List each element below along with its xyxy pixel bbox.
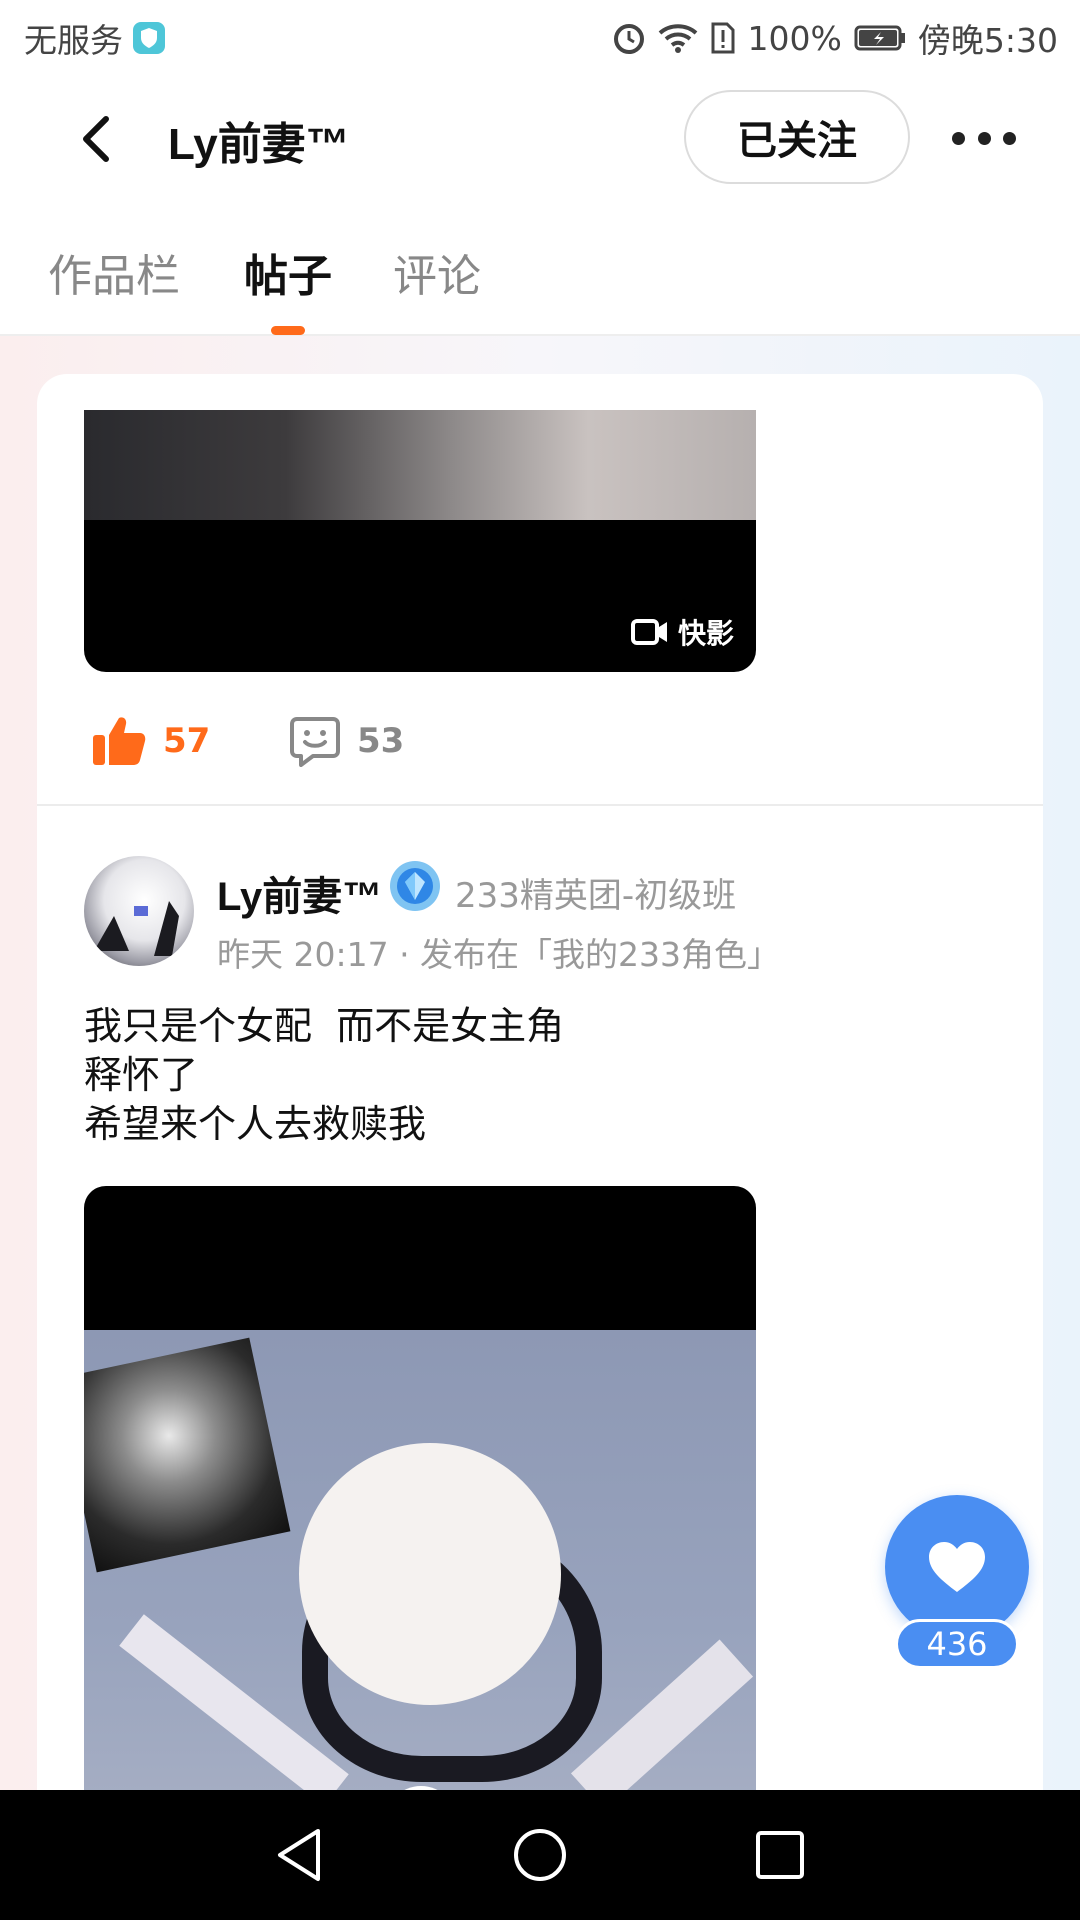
post-divider	[37, 804, 1043, 806]
comment-button[interactable]: 53	[289, 706, 404, 776]
watermark: 快影	[630, 612, 734, 652]
status-left: 无服务	[24, 14, 165, 62]
watermark-text: 快影	[677, 617, 734, 650]
nav-back-button[interactable]	[268, 1823, 332, 1887]
avatar[interactable]	[84, 856, 194, 966]
tab-posts[interactable]: 帖子	[244, 240, 332, 304]
header: Ly前妻™ 已关注	[0, 76, 1080, 200]
post-line: 希望来个人去救赎我	[84, 1102, 427, 1146]
nav-recents-button[interactable]	[748, 1823, 812, 1887]
nav-back-icon	[278, 1829, 320, 1881]
post-video[interactable]	[84, 1186, 756, 1824]
post-card: 快影 57 53 Ly前妻™ 233精英团-初级班 昨天 20:17 · 发布在…	[37, 374, 1043, 1824]
floating-like-button[interactable]	[885, 1495, 1029, 1639]
tab-indicator	[271, 326, 305, 335]
shield-icon	[133, 22, 165, 54]
status-right: 100% 傍晚5:30	[612, 14, 1058, 62]
video-camera-icon	[630, 619, 667, 645]
clock-text: 傍晚5:30	[917, 21, 1058, 60]
like-count: 57	[163, 721, 211, 761]
heart-icon	[929, 1542, 985, 1592]
carrier-text: 无服务	[24, 21, 123, 60]
tab-bar: 作品栏 帖子 评论	[0, 200, 1080, 336]
back-icon	[83, 116, 109, 162]
like-button[interactable]: 57	[91, 715, 210, 767]
post-meta: 昨天 20:17 · 发布在「我的233角色」	[217, 935, 781, 974]
badge-text[interactable]: 233精英团-初级班	[455, 868, 736, 917]
author-name[interactable]: Ly前妻™	[217, 864, 382, 922]
status-bar: 无服务 100% 傍晚5:30	[0, 0, 1080, 76]
post-text[interactable]: 我只是个女配 而不是女主角 释怀了 希望来个人去救赎我	[84, 1002, 564, 1149]
nav-home-button[interactable]	[508, 1823, 572, 1887]
level-badge-icon	[387, 858, 443, 914]
more-icon[interactable]	[952, 116, 1016, 160]
battery-icon	[854, 24, 906, 52]
comment-icon	[290, 717, 340, 767]
video-frame	[84, 410, 756, 520]
face-cover	[299, 1443, 561, 1705]
tab-comments[interactable]: 评论	[393, 240, 481, 304]
nav-home-icon	[514, 1829, 566, 1881]
page-title: Ly前妻™	[168, 120, 350, 169]
thumbs-up-icon	[93, 717, 146, 765]
battery-percent: 100%	[747, 18, 842, 58]
alarm-icon	[612, 21, 646, 55]
navigation-bar	[0, 1790, 1080, 1920]
post-actions: 57 53	[91, 706, 404, 776]
comment-count: 53	[357, 721, 405, 761]
post-video[interactable]: 快影	[84, 410, 756, 672]
wifi-icon	[658, 22, 698, 54]
post-line: 释怀了	[84, 1053, 199, 1097]
back-button[interactable]	[74, 114, 118, 164]
nav-recents-icon	[756, 1831, 804, 1879]
post-line: 我只是个女配 而不是女主角	[84, 1004, 565, 1048]
follow-button[interactable]: 已关注	[684, 90, 910, 184]
floating-like-count: 436	[895, 1619, 1019, 1669]
sim-alert-icon	[710, 21, 736, 55]
tab-works[interactable]: 作品栏	[48, 240, 180, 304]
